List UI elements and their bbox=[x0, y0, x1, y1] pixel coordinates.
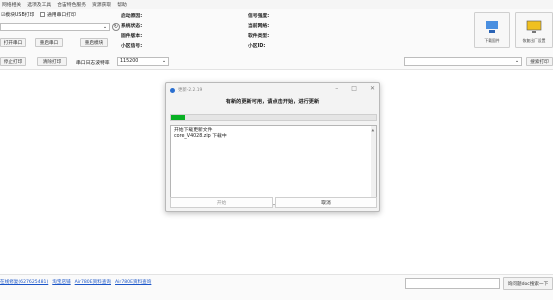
info-right: 信号强度: 当前网络: 软件类型: 小区ID: bbox=[248, 12, 269, 52]
start-button[interactable]: 开始 bbox=[170, 197, 273, 208]
bottom-links: 在线修复(627625481) 淘宝店铺 Air780E资料查询 Air780E… bbox=[0, 279, 151, 285]
doc-search-input[interactable] bbox=[405, 278, 500, 289]
progress-bar bbox=[170, 114, 377, 121]
cancel-button[interactable]: 取消 bbox=[275, 197, 377, 208]
info-boot-reason: 启动原因: bbox=[121, 14, 143, 19]
log-line: core_V4028.zip 下载中 bbox=[174, 134, 227, 139]
link-air780e-doc-2[interactable]: Air780E资料查询 bbox=[115, 279, 151, 285]
baud-select[interactable]: 115200 ⌄ bbox=[117, 57, 169, 66]
download-firmware-label: 下载固件 bbox=[484, 38, 500, 43]
info-cell-signal: 小区信号: bbox=[121, 44, 143, 49]
baud-label: 串口日志波特率 bbox=[76, 61, 110, 66]
menu-item-services[interactable]: 合宙特色服务 bbox=[57, 1, 86, 8]
menu-item-network[interactable]: 网络相关 bbox=[2, 1, 21, 8]
info-firmware: 固件版本: bbox=[121, 34, 143, 39]
info-network: 当前网络: bbox=[248, 24, 270, 29]
baud-value: 115200 bbox=[120, 59, 139, 64]
restore-factory-button[interactable]: 恢复出厂设置 bbox=[515, 12, 553, 48]
clear-print-button[interactable]: 清除打印 bbox=[37, 57, 67, 66]
log-scrollbar[interactable]: ▲ ▼ bbox=[371, 126, 376, 204]
window-controls: – □ ✕ bbox=[335, 85, 375, 92]
info-cell-id: 小区ID: bbox=[248, 44, 266, 49]
chevron-down-icon: ⌄ bbox=[514, 59, 519, 64]
menu-bar: 网络相关 选项及工具 合宙特色服务 资源获取 帮助 bbox=[0, 0, 553, 9]
open-serial-button[interactable]: 打开串口 bbox=[0, 38, 26, 47]
link-air780e-doc-1[interactable]: Air780E资料查询 bbox=[75, 279, 111, 285]
search-select[interactable]: ⌄ bbox=[404, 57, 522, 66]
port-select[interactable]: ⌄ bbox=[0, 23, 110, 31]
checkbox-box[interactable] bbox=[40, 12, 45, 17]
scroll-up-icon[interactable]: ▲ bbox=[372, 127, 375, 133]
doc-search-button[interactable]: 询问题doc搜索一下 bbox=[503, 277, 553, 290]
download-firmware-button[interactable]: 下载固件 bbox=[474, 12, 510, 48]
reset-serial-button[interactable]: 重启串口 bbox=[35, 38, 63, 47]
dialog-header: 有新的更新可用，请点击开始，进行更新 bbox=[225, 99, 320, 105]
menu-item-resources[interactable]: 资源获取 bbox=[92, 1, 111, 8]
chevron-down-icon: ⌄ bbox=[102, 24, 107, 30]
stop-print-button[interactable]: 停止打印 bbox=[0, 57, 26, 66]
menu-item-help[interactable]: 帮助 bbox=[117, 1, 127, 8]
update-log[interactable]: 开始下载更新文件 core_V4028.zip 下载中 ▲ ▼ bbox=[170, 125, 377, 205]
serial-print-label: 通用串口打印 bbox=[47, 13, 76, 18]
dialog-title: 更新-2.2.19 bbox=[178, 88, 203, 93]
link-taobao-store[interactable]: 淘宝店铺 bbox=[52, 279, 70, 285]
link-online-repair[interactable]: 在线修复(627625481) bbox=[0, 279, 48, 285]
chevron-down-icon: ⌄ bbox=[161, 59, 166, 64]
monitor-icon bbox=[526, 20, 542, 33]
info-software-type: 软件类型: bbox=[248, 34, 270, 39]
maximize-icon[interactable]: □ bbox=[351, 85, 357, 92]
reset-module-button[interactable]: 重启模块 bbox=[80, 38, 108, 47]
usb-print-checkbox[interactable]: ☑模块USB打印 bbox=[1, 11, 34, 18]
update-dialog: 更新-2.2.19 – □ ✕ 有新的更新可用，请点击开始，进行更新 开始下载更… bbox=[165, 82, 380, 212]
info-signal-strength: 信号强度: bbox=[248, 14, 270, 19]
progress-fill bbox=[171, 115, 186, 120]
info-system-state: 系统状态: bbox=[121, 24, 143, 29]
info-left: 启动原因: 系统状态: 固件版本: 小区信号: bbox=[121, 12, 142, 52]
usb-print-label: ☑模块USB打印 bbox=[1, 13, 35, 18]
close-icon[interactable]: ✕ bbox=[370, 85, 375, 92]
minimize-icon[interactable]: – bbox=[335, 85, 338, 92]
serial-print-checkbox[interactable]: 通用串口打印 bbox=[40, 11, 76, 18]
menu-item-tools[interactable]: 选项及工具 bbox=[27, 1, 51, 8]
app-icon bbox=[170, 87, 175, 93]
refresh-icon[interactable]: ↻ bbox=[112, 23, 120, 31]
restore-factory-label: 恢复出厂设置 bbox=[522, 38, 546, 43]
search-print-button[interactable]: 搜索打印 bbox=[526, 57, 553, 66]
download-icon bbox=[486, 21, 498, 33]
